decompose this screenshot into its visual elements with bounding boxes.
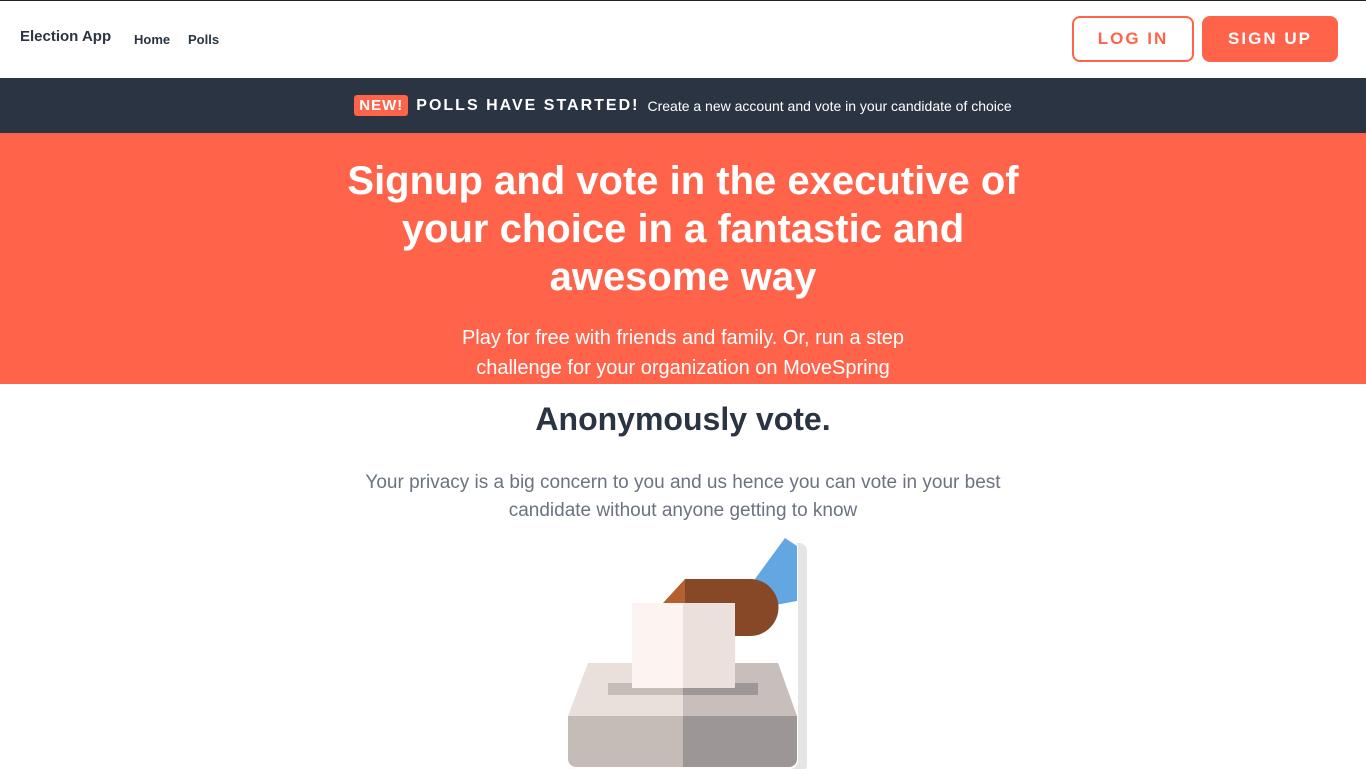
box-body-shade <box>683 716 797 767</box>
login-button[interactable]: LOG IN <box>1072 16 1194 62</box>
hero-subtitle: Play for free with friends and family. O… <box>461 327 905 379</box>
feature-title: Anonymously vote. <box>535 401 831 437</box>
box-body <box>568 716 683 767</box>
announcement-banner: NEW! POLLS HAVE STARTED! Create a new ac… <box>0 78 1366 133</box>
ballot-box-illustration <box>568 538 807 769</box>
hero-section: Signup and vote in the executive of your… <box>0 133 1366 384</box>
feature-text: Your privacy is a big concern to you and… <box>365 472 1001 521</box>
new-badge: NEW! <box>354 95 409 116</box>
banner-text: Create a new account and vote in your ca… <box>647 97 1012 114</box>
ballot-paper-shade <box>683 603 735 688</box>
signup-button[interactable]: SIGN UP <box>1202 16 1338 62</box>
brand-logo[interactable]: Election App <box>20 28 111 45</box>
nav-home[interactable]: Home <box>134 32 170 47</box>
banner-title: POLLS HAVE STARTED! <box>416 96 640 114</box>
nav-polls[interactable]: Polls <box>188 32 219 47</box>
navbar: Election App Home Polls LOG IN SIGN UP <box>0 1 1366 77</box>
ballot-paper <box>632 603 683 688</box>
hero-title: Signup and vote in the executive of your… <box>347 159 1019 299</box>
